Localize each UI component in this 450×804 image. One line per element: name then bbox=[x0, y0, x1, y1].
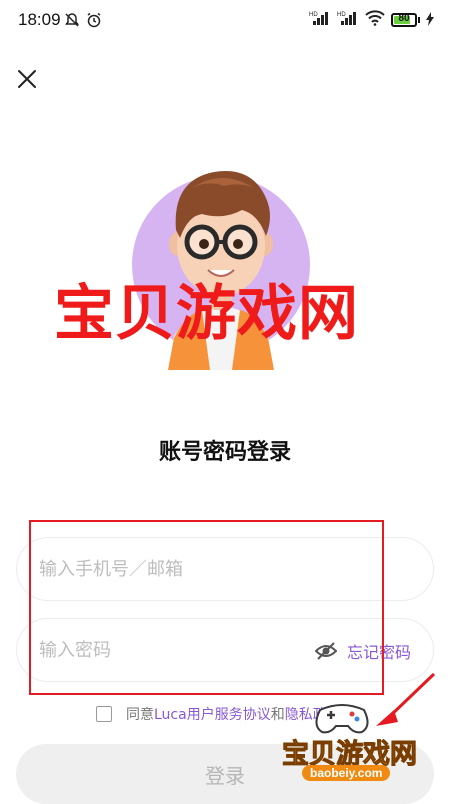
status-bar: 18:09 HD HD 80 bbox=[0, 0, 450, 40]
signal-hd-icon: HD bbox=[337, 10, 359, 30]
wifi-icon bbox=[365, 10, 385, 30]
signal-hd-icon: HD bbox=[309, 10, 331, 30]
close-icon bbox=[18, 70, 36, 88]
status-icons: HD HD 80 bbox=[309, 10, 434, 30]
logo-url: baobeiy.com bbox=[302, 765, 391, 781]
svg-text:HD: HD bbox=[337, 12, 346, 18]
status-time: 18:09 bbox=[18, 10, 61, 29]
pointer-arrow-icon bbox=[376, 672, 436, 726]
watermark-text: 宝贝游戏网 bbox=[54, 279, 359, 349]
alarm-icon bbox=[86, 12, 102, 32]
charging-icon bbox=[426, 11, 434, 30]
battery-icon: 80 bbox=[391, 13, 420, 27]
agree-checkbox[interactable] bbox=[96, 706, 112, 722]
close-button[interactable] bbox=[14, 66, 40, 92]
user-agreement-link[interactable]: Luca用户服务协议 bbox=[154, 704, 271, 724]
svg-text:HD: HD bbox=[309, 12, 318, 18]
page-title: 账号密码登录 bbox=[158, 440, 291, 465]
site-logo: 宝贝游戏网 baobeiy.com bbox=[282, 672, 450, 800]
battery-level: 80 bbox=[398, 13, 410, 24]
annotation-highlight-box bbox=[29, 520, 384, 695]
agree-prefix-text: 同意 bbox=[126, 707, 154, 723]
mute-bell-icon bbox=[64, 12, 80, 32]
